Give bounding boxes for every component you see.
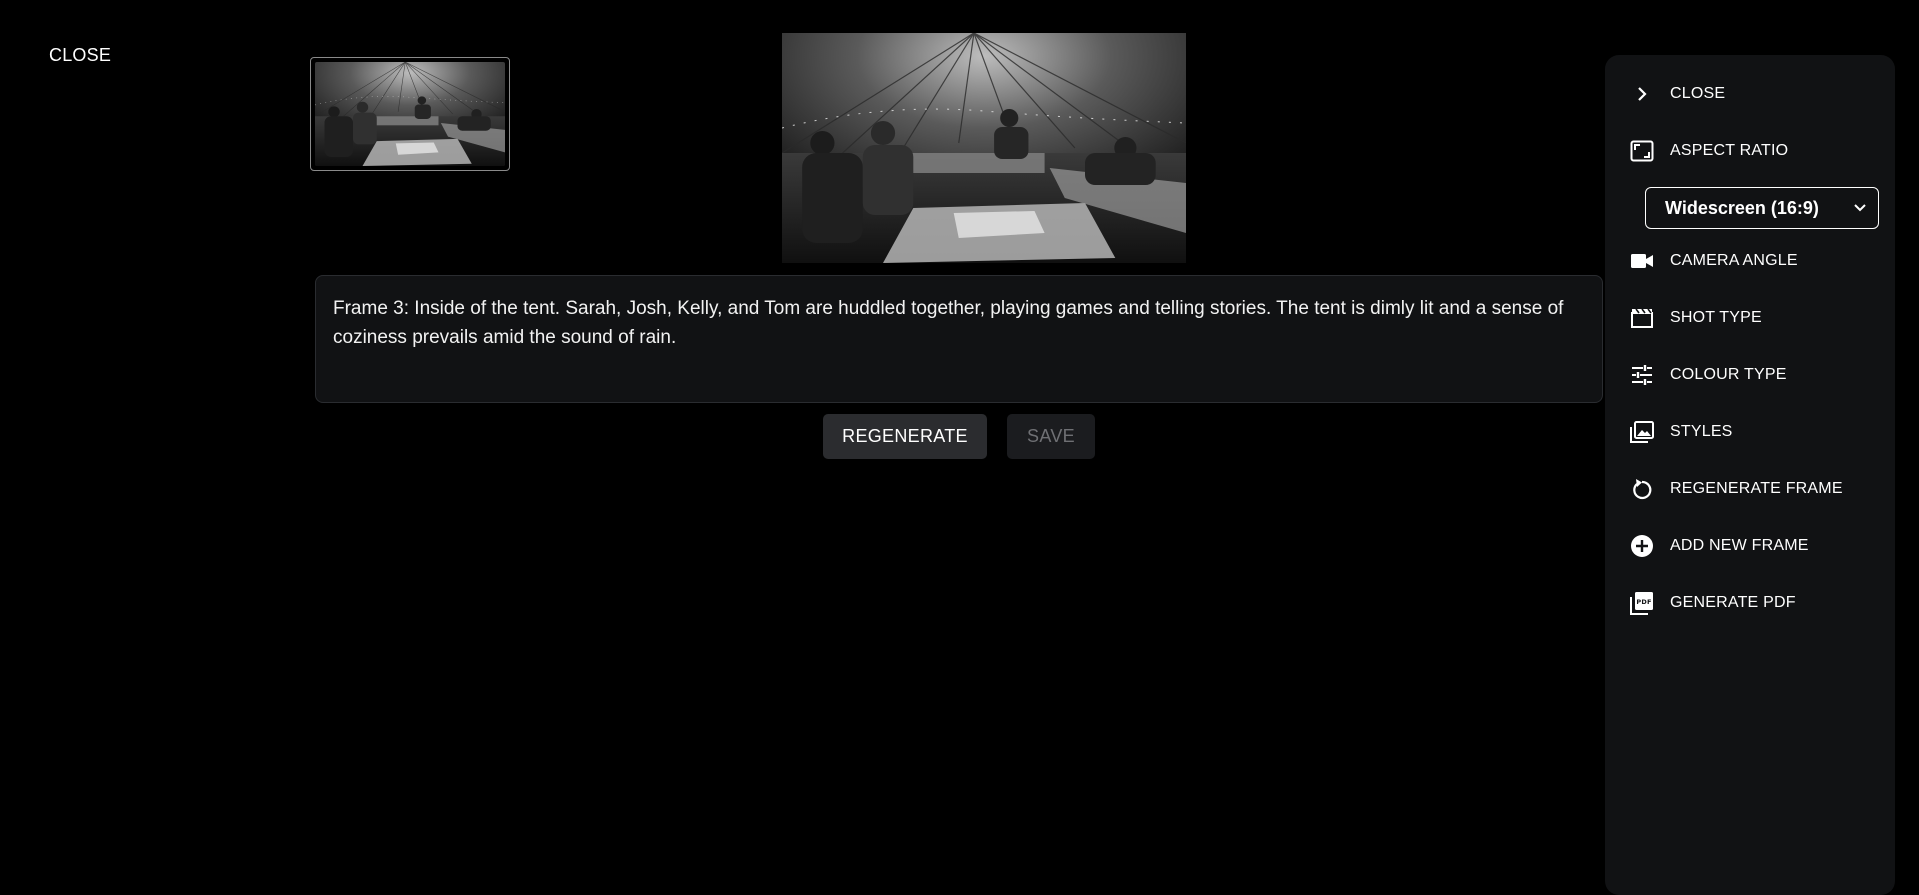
panel-item-label: GENERATE PDF	[1670, 594, 1796, 611]
camera-angle-button[interactable]: CAMERA ANGLE	[1629, 246, 1798, 276]
panel-close-button[interactable]: CLOSE	[1629, 79, 1725, 109]
generate-pdf-button[interactable]: PDF GENERATE PDF	[1629, 588, 1796, 618]
frame-preview-image	[782, 33, 1186, 263]
chevron-down-icon	[1854, 199, 1866, 217]
panel-item-label: CLOSE	[1670, 85, 1726, 102]
aspect-ratio-value: Widescreen (16:9)	[1665, 197, 1819, 218]
panel-item-label: CAMERA ANGLE	[1670, 252, 1798, 269]
aspect-ratio-icon	[1629, 138, 1655, 164]
panel-item-label: REGENERATE FRAME	[1670, 480, 1843, 497]
aspect-ratio-button[interactable]: ASPECT RATIO	[1629, 136, 1788, 166]
pdf-icon: PDF	[1629, 590, 1655, 616]
frame-description-textarea[interactable]: Frame 3: Inside of the tent. Sarah, Josh…	[315, 275, 1603, 403]
shot-type-button[interactable]: SHOT TYPE	[1629, 303, 1762, 333]
panel-item-label: ASPECT RATIO	[1670, 142, 1789, 159]
regenerate-button[interactable]: REGENERATE	[823, 414, 987, 459]
panel-item-label: STYLES	[1670, 423, 1733, 440]
clapperboard-icon	[1629, 305, 1655, 331]
save-button[interactable]: SAVE	[1007, 414, 1095, 459]
add-circle-icon	[1629, 533, 1655, 559]
frame-thumbnail-image	[315, 62, 505, 166]
panel-item-label: ADD NEW FRAME	[1670, 537, 1809, 554]
aspect-ratio-select[interactable]: Widescreen (16:9)	[1645, 187, 1879, 229]
regenerate-frame-button[interactable]: REGENERATE FRAME	[1629, 474, 1843, 504]
settings-panel: CLOSE ASPECT RATIO Widescreen (16:9) CAM…	[1605, 55, 1895, 895]
tune-sliders-icon	[1629, 362, 1655, 388]
add-new-frame-button[interactable]: ADD NEW FRAME	[1629, 531, 1809, 561]
panel-item-label: SHOT TYPE	[1670, 309, 1762, 326]
frame-thumbnail[interactable]	[310, 57, 510, 171]
colour-type-button[interactable]: COLOUR TYPE	[1629, 360, 1787, 390]
top-close-button[interactable]: CLOSE	[49, 45, 111, 66]
svg-text:PDF: PDF	[1636, 598, 1651, 606]
chevron-right-icon	[1629, 81, 1655, 107]
videocam-icon	[1629, 248, 1655, 274]
styles-button[interactable]: STYLES	[1629, 417, 1733, 447]
photo-library-icon	[1629, 419, 1655, 445]
refresh-icon	[1629, 476, 1655, 502]
panel-item-label: COLOUR TYPE	[1670, 366, 1787, 383]
